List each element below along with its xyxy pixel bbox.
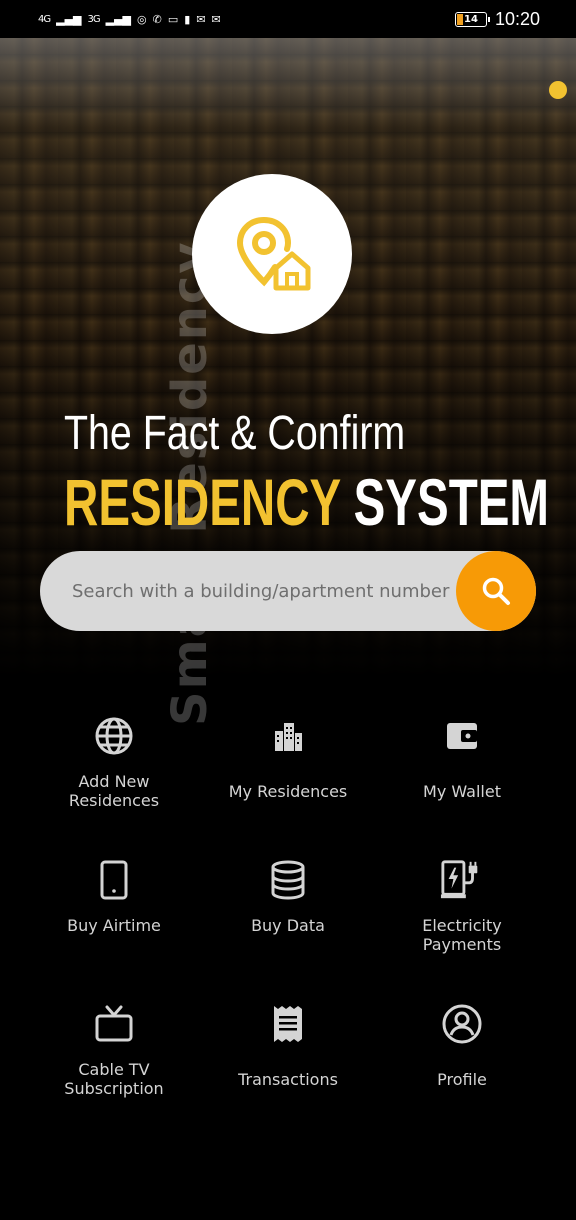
network-3g-label: 3G xyxy=(87,13,101,25)
search-input[interactable] xyxy=(40,551,456,631)
signal-icon-2: ▂▄▆ xyxy=(105,12,132,26)
phone-icon xyxy=(92,858,136,902)
laptop-icon: ▭ xyxy=(167,12,179,26)
status-bar: 4G ▂▄▆ 3G ▂▄▆ ◎ ✆ ▭ ▮ ✉ ✉ 14 10:20 xyxy=(0,0,576,38)
hotspot-icon: ◎ xyxy=(137,12,147,26)
tv-icon xyxy=(92,1002,136,1046)
battery-small-icon: ▮ xyxy=(184,12,191,26)
notification-dot[interactable] xyxy=(549,81,567,99)
battery-icon: 14 xyxy=(454,11,490,27)
clock: 10:20 xyxy=(494,8,540,29)
menu-my-residences[interactable]: My Residences xyxy=(201,700,375,844)
search-button[interactable] xyxy=(456,551,536,631)
menu-my-wallet[interactable]: My Wallet xyxy=(375,700,549,844)
search-icon xyxy=(482,577,510,605)
menu-label: My Wallet xyxy=(423,782,501,801)
status-right: 14 10:20 xyxy=(454,8,540,30)
signal-icon: ▂▄▆ xyxy=(56,12,82,26)
menu-profile[interactable]: Profile xyxy=(375,988,549,1132)
search-bar xyxy=(40,551,536,631)
app-screen: 4G ▂▄▆ 3G ▂▄▆ ◎ ✆ ▭ ▮ ✉ ✉ 14 10:20 Smart… xyxy=(0,0,576,1220)
database-icon xyxy=(266,858,310,902)
menu-label: Electricity Payments xyxy=(422,916,502,954)
title-line-1: The Fact & Confirm xyxy=(64,407,406,460)
buildings-icon xyxy=(266,714,310,758)
menu-label: Buy Data xyxy=(251,916,325,935)
menu-buy-airtime[interactable]: Buy Airtime xyxy=(27,844,201,988)
menu-transactions[interactable]: Transactions xyxy=(201,988,375,1132)
title-plain: SYSTEM xyxy=(353,465,550,539)
battery-level: 14 xyxy=(463,13,478,25)
menu-grid: Add New Residences My Residences My Wall… xyxy=(27,700,549,1132)
menu-cable-tv-subscription[interactable]: Cable TV Subscription xyxy=(27,988,201,1132)
battery-fill xyxy=(456,13,463,25)
network-4g-label: 4G xyxy=(38,13,51,25)
menu-label: Buy Airtime xyxy=(67,916,161,935)
menu-electricity-payments[interactable]: Electricity Payments xyxy=(375,844,549,988)
menu-buy-data[interactable]: Buy Data xyxy=(201,844,375,988)
menu-label: Add New Residences xyxy=(68,772,160,810)
user-circle-icon xyxy=(440,1002,484,1046)
globe-icon xyxy=(92,714,136,758)
menu-label: My Residences xyxy=(228,782,348,801)
message-icon: ✉ xyxy=(211,12,221,26)
menu-label: Profile xyxy=(437,1070,487,1089)
app-logo xyxy=(192,174,352,334)
menu-label: Transactions xyxy=(238,1070,338,1089)
charging-station-icon xyxy=(440,858,484,902)
missed-call-icon: ✆ xyxy=(152,12,162,26)
location-home-icon xyxy=(236,217,311,291)
menu-add-new-residences[interactable]: Add New Residences xyxy=(27,700,201,844)
status-icons: 4G ▂▄▆ 3G ▂▄▆ ◎ ✆ ▭ ▮ ✉ ✉ xyxy=(38,13,221,26)
receipt-icon xyxy=(266,1002,310,1046)
title-line-2: RESIDENCY SYSTEM xyxy=(64,464,549,540)
menu-label: Cable TV Subscription xyxy=(64,1060,164,1098)
title-accent: RESIDENCY xyxy=(64,465,341,539)
wallet-icon xyxy=(440,714,484,758)
mail-icon: ✉ xyxy=(196,12,206,26)
